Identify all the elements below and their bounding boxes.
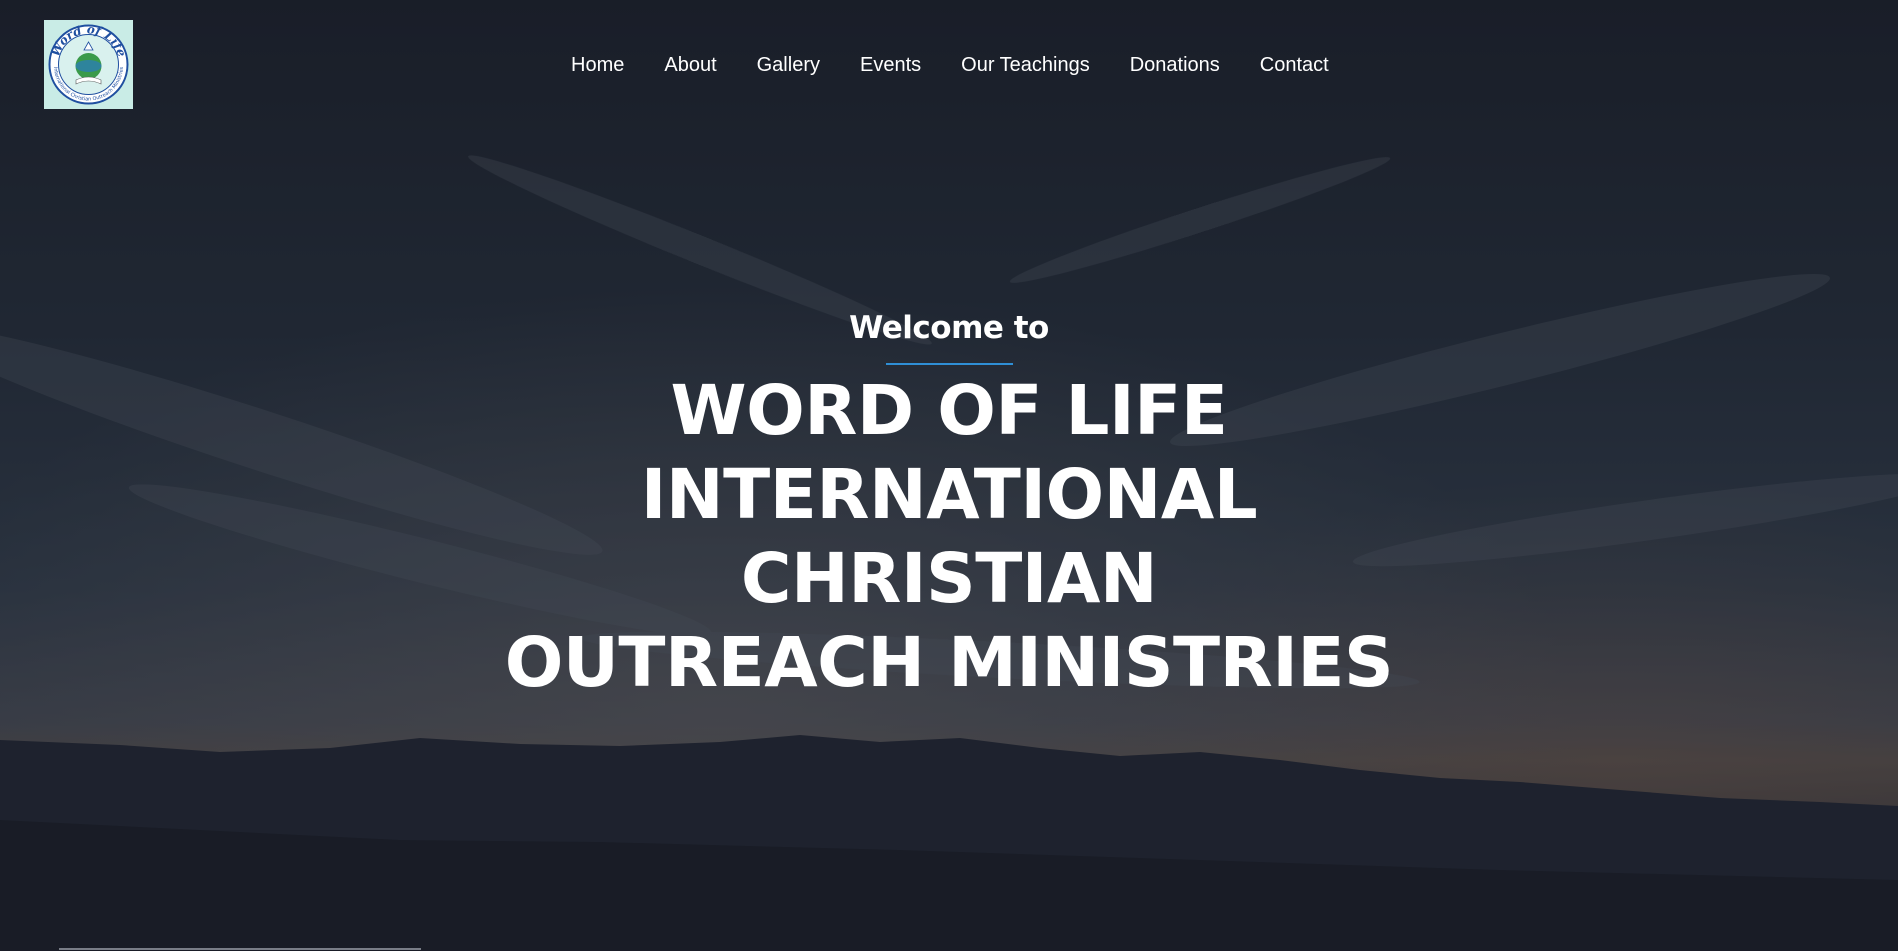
nav-item-events[interactable]: Events — [860, 48, 921, 82]
nav-item-home[interactable]: Home — [571, 48, 624, 82]
hero-section: Welcome to WORD OF LIFE INTERNATIONAL CH… — [0, 300, 1898, 705]
hero-title-line-2: INTERNATIONAL CHRISTIAN — [640, 455, 1258, 619]
bottom-progress-line — [59, 948, 421, 950]
hero-divider — [885, 363, 1013, 365]
nav-item-contact[interactable]: Contact — [1260, 48, 1329, 82]
site-header: Word of Life International Christian Out… — [0, 0, 1898, 130]
nav-item-about[interactable]: About — [664, 48, 716, 82]
hero-welcome-text: Welcome to — [849, 310, 1049, 346]
nav-item-donations[interactable]: Donations — [1130, 48, 1220, 82]
hero-title-line-3: OUTREACH MINISTRIES — [504, 623, 1394, 703]
hero-title-line-1: WORD OF LIFE — [670, 371, 1228, 451]
hero-title: WORD OF LIFE INTERNATIONAL CHRISTIAN OUT… — [449, 369, 1449, 705]
word-of-life-logo-icon: Word of Life International Christian Out… — [44, 20, 133, 109]
main-nav: Home About Gallery Events Our Teachings … — [571, 48, 1329, 82]
nav-item-gallery[interactable]: Gallery — [757, 48, 820, 82]
page: Word of Life International Christian Out… — [0, 0, 1898, 951]
site-logo[interactable]: Word of Life International Christian Out… — [44, 20, 133, 109]
nav-item-our-teachings[interactable]: Our Teachings — [961, 48, 1090, 82]
